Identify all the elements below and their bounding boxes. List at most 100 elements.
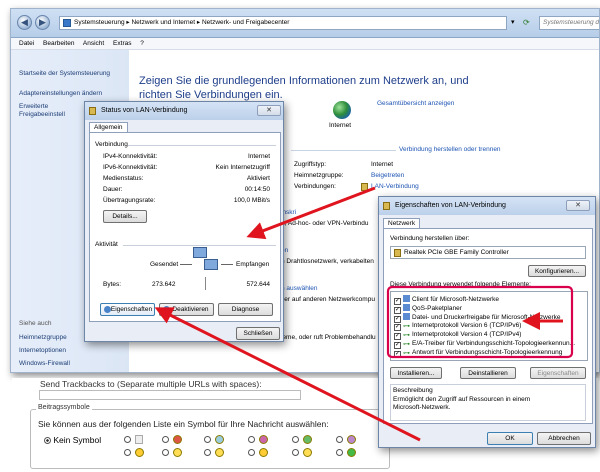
shield-icon xyxy=(163,306,170,313)
properties-dialog-titlebar: Eigenschaften von LAN-Verbindung xyxy=(379,197,595,215)
ok-button[interactable]: OK xyxy=(487,432,533,445)
checkbox-icon[interactable]: ✓ xyxy=(394,351,401,358)
details-button[interactable]: Details... xyxy=(103,210,147,223)
symbol-icon xyxy=(347,435,356,444)
configure-button[interactable]: Konfigurieren... xyxy=(528,265,586,277)
computers-icon xyxy=(193,247,219,273)
symbol-radio[interactable] xyxy=(204,436,211,443)
menu-edit[interactable]: Bearbeiten xyxy=(43,40,74,47)
radio-no-symbol[interactable]: Kein Symbol xyxy=(44,435,101,445)
list-item-ipv6[interactable]: ✓ ⊶ Internetprotokoll Version 6 (TCP/IPv6) xyxy=(394,322,521,331)
breadcrumb-item-network-internet[interactable]: Netzwerk und Internet xyxy=(131,19,195,26)
search-input[interactable]: Systemsteuerung d xyxy=(539,16,599,30)
text-fragment: ker auf anderen Netzwerkcompu xyxy=(281,296,375,303)
symbol-icon xyxy=(135,448,144,457)
checkbox-icon[interactable]: ✓ xyxy=(394,333,401,340)
symbol-radio[interactable] xyxy=(124,436,131,443)
forward-icon[interactable]: ▶ xyxy=(35,15,50,30)
ipv4-value: Internet xyxy=(247,153,270,160)
bytes-label: Bytes: xyxy=(103,281,122,288)
duration-value: 00:14:50 xyxy=(244,186,270,193)
refresh-icon[interactable]: ⟳ xyxy=(523,17,535,29)
symbol-radio[interactable] xyxy=(248,449,255,456)
diagnose-button[interactable]: Diagnose xyxy=(218,303,273,316)
menu-file[interactable]: Datei xyxy=(19,40,34,47)
item-label: QoS-Paketplaner xyxy=(412,305,462,312)
link-internet-options[interactable]: Internetoptionen xyxy=(19,347,66,355)
items-list[interactable]: ✓ Client für Microsoft-Netzwerke ✓ QoS-Pak… xyxy=(390,291,588,361)
list-item-ipv4[interactable]: ✓ ⊶ Internetprotokoll Version 4 (TCP/IPv4) xyxy=(394,331,521,340)
breadcrumb-item-network-center[interactable]: Netzwerk- und Freigabecenter xyxy=(202,19,289,26)
checkbox-icon[interactable]: ✓ xyxy=(394,324,401,331)
divider xyxy=(291,150,396,151)
see-also-heading: Siehe auch xyxy=(19,320,52,327)
menu-help[interactable]: ? xyxy=(140,40,144,47)
symbol-icon xyxy=(215,448,224,457)
internet-label: Internet xyxy=(329,122,352,129)
close-button[interactable]: Schließen xyxy=(236,327,280,340)
symbol-radio[interactable] xyxy=(292,449,299,456)
item-label: Datei- und Druckerfreigabe für Microsoft… xyxy=(412,314,561,321)
close-icon[interactable]: ✕ xyxy=(257,105,281,116)
protocol-icon: ⊶ xyxy=(403,323,410,330)
symbol-radio[interactable] xyxy=(162,449,169,456)
list-item-lltd-responder[interactable]: ✓ ⊶ Antwort für Verbindungsschicht-Topolog… xyxy=(394,349,562,358)
close-icon[interactable]: ✕ xyxy=(566,200,590,211)
speed-value: 100,0 MBit/s xyxy=(233,197,270,204)
link-full-map[interactable]: Gesamtübersicht anzeigen xyxy=(377,100,454,107)
link-control-panel-home[interactable]: Startseite der Systemsteuerung xyxy=(19,70,127,78)
symbol-icon xyxy=(347,448,356,457)
symbol-radio[interactable] xyxy=(162,436,169,443)
link-fragment[interactable]: n auswählen xyxy=(281,285,318,293)
symbol-icon xyxy=(259,448,268,457)
link-connect-disconnect[interactable]: Verbindung herstellen oder trennen xyxy=(399,146,501,153)
menu-view[interactable]: Ansicht xyxy=(83,40,104,47)
link-windows-firewall[interactable]: Windows-Firewall xyxy=(19,360,70,368)
list-item-lltd-io[interactable]: ✓ ⊶ E/A-Treiber für Verbindungsschicht-Top… xyxy=(394,340,575,349)
symbol-radio[interactable] xyxy=(124,449,131,456)
ipv4-label: IPv4-Konnektivität: xyxy=(103,153,158,160)
link-homegroup-status[interactable]: Beigetreten xyxy=(371,172,404,180)
symbol-radio[interactable] xyxy=(204,449,211,456)
symbol-radio[interactable] xyxy=(336,436,343,443)
cancel-button[interactable]: Abbrechen xyxy=(537,432,591,445)
install-button[interactable]: Installieren... xyxy=(390,367,442,379)
section-connection: Verbindung xyxy=(95,141,128,148)
section-activity: Aktivität xyxy=(95,241,118,248)
symbol-radio[interactable] xyxy=(248,436,255,443)
deactivate-button-label: Deaktivieren xyxy=(172,306,209,313)
radio-selected-icon[interactable] xyxy=(44,437,51,444)
media-status-label: Medienstatus: xyxy=(103,175,144,182)
item-properties-button[interactable]: Eigenschaften xyxy=(530,367,586,379)
link-advanced-sharing-settings[interactable]: Erweiterte Freigabeeinstell xyxy=(19,103,77,119)
menu-bar: Datei Bearbeiten Ansicht Extras ? xyxy=(11,38,599,50)
uninstall-button[interactable]: Deinstallieren xyxy=(460,367,516,379)
symbol-icon xyxy=(173,448,182,457)
network-adapter-icon xyxy=(361,183,368,191)
status-dialog: Status von LAN-Verbindung ✕ Allgemein Ve… xyxy=(84,101,284,342)
symbol-radio[interactable] xyxy=(292,436,299,443)
dropdown-arrow-icon[interactable]: ▾ xyxy=(511,17,521,29)
link-change-adapter-settings[interactable]: Adaptereinstellungen ändern xyxy=(19,90,127,98)
item-label: Internetprotokoll Version 6 (TCP/IPv6) xyxy=(412,322,522,329)
link-homegroup[interactable]: Heimnetzgruppe xyxy=(19,334,67,342)
network-adapter-icon xyxy=(383,202,390,210)
item-label: E/A-Treiber für Verbindungsschicht-Topol… xyxy=(412,340,576,347)
access-type-label: Zugriffstyp: xyxy=(294,161,327,168)
media-status-value: Aktiviert xyxy=(246,175,270,182)
breadcrumb[interactable]: Systemsteuerung ▸ Netzwerk und Internet … xyxy=(59,16,507,30)
checkbox-icon[interactable]: ✓ xyxy=(394,342,401,349)
connect-via-label: Verbindung herstellen über: xyxy=(390,235,470,242)
text-fragment: n Drahtlosnetzwerk, verkabelten xyxy=(281,258,374,265)
page-icon xyxy=(135,435,143,444)
deactivate-button[interactable]: Deaktivieren xyxy=(159,303,214,316)
breadcrumb-item-control-panel[interactable]: Systemsteuerung xyxy=(74,19,125,26)
properties-dialog: Eigenschaften von LAN-Verbindung ✕ Netzw… xyxy=(378,196,596,448)
symbol-radio[interactable] xyxy=(336,449,343,456)
homegroup-label: Heimnetzgruppe: xyxy=(294,172,344,179)
link-lan-connection[interactable]: LAN-Verbindung xyxy=(371,183,419,191)
properties-button[interactable]: Eigenschaften xyxy=(100,303,155,316)
menu-tools[interactable]: Extras xyxy=(113,40,131,47)
trackback-input[interactable] xyxy=(39,390,301,400)
back-icon[interactable]: ◀ xyxy=(17,15,32,30)
